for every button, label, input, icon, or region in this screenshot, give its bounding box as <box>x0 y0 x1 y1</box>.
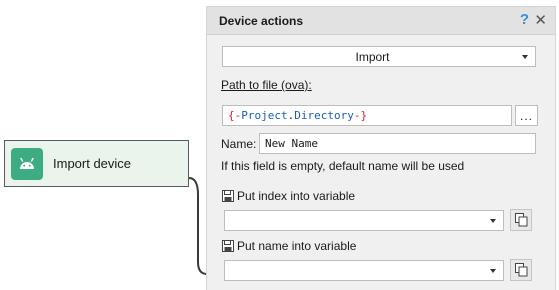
action-select[interactable]: Import <box>222 46 536 67</box>
path-label: Path to file (ova): <box>221 78 312 92</box>
import-device-node[interactable]: Import device <box>4 140 189 187</box>
chevron-down-icon <box>522 54 528 59</box>
copy-icon <box>514 213 527 227</box>
name-hint: If this field is empty, default name wil… <box>221 159 465 173</box>
save-icon <box>222 240 234 252</box>
panel-title: Device actions <box>219 13 304 28</box>
path-input[interactable]: {- Project. Directory -} <box>222 105 512 126</box>
browse-button[interactable]: ... <box>515 105 538 126</box>
name-var-label-row: Put name into variable <box>222 239 356 253</box>
panel-header: Device actions ? ✕ <box>207 7 555 35</box>
name-input[interactable]: New Name <box>259 133 536 154</box>
index-copy-button[interactable] <box>510 209 532 231</box>
copy-icon <box>514 263 527 277</box>
path-value-brace-open: {- <box>228 109 242 122</box>
path-value-directory: Directory <box>294 109 354 122</box>
close-icon[interactable]: ✕ <box>534 11 547 29</box>
index-variable-select[interactable] <box>224 210 504 231</box>
index-var-label: Put index into variable <box>237 189 356 203</box>
android-icon <box>11 147 43 180</box>
path-value-project: Project <box>241 109 288 122</box>
node-label: Import device <box>53 156 132 171</box>
path-value-dot: . <box>287 109 295 122</box>
index-var-label-row: Put index into variable <box>222 189 355 203</box>
chevron-down-icon <box>490 218 496 223</box>
name-var-label: Put name into variable <box>237 239 357 253</box>
device-actions-panel: Device actions ? ✕ Import Path to file (… <box>206 6 556 290</box>
chevron-down-icon <box>490 268 496 273</box>
help-icon[interactable]: ? <box>520 11 529 28</box>
name-copy-button[interactable] <box>510 259 532 281</box>
save-icon <box>222 190 234 202</box>
name-variable-select[interactable] <box>224 260 504 281</box>
path-value-brace-close: -} <box>353 109 368 122</box>
name-label: Name: <box>221 137 257 151</box>
action-select-value: Import <box>355 49 390 64</box>
